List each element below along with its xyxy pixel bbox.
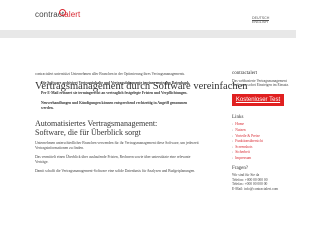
benefit-item: Die Software archiviert Vertragsinhalte …: [41, 81, 190, 85]
logo[interactable]: contractalert: [35, 10, 80, 19]
sidebar-link-funktionsuebersicht[interactable]: › Funktionsübersicht: [232, 139, 292, 144]
sidebar-link-impressum[interactable]: › Impressum: [232, 156, 292, 161]
language-switcher[interactable]: DEUTSCH ENGLISH: [252, 16, 296, 24]
email[interactable]: E-Mail: info@contractalert.com: [232, 187, 292, 192]
section-paragraph: Unternehmen unterschiedlicher Branchen v…: [35, 141, 199, 150]
intro-text: contractalert unterstützt Unternehmen al…: [35, 72, 186, 76]
benefit-item: Per E-Mail erinnert sie termingerecht an…: [41, 91, 188, 95]
section-title-line-1: Automatisiertes Vertragsmanagement:: [35, 119, 158, 128]
sidebar-text: Das webbasierte Vertragsmanagement Tool,…: [232, 78, 289, 88]
free-trial-button[interactable]: Kostenloser Test: [232, 93, 284, 106]
hero: Vertragsmanagement durch Software verein…: [0, 38, 296, 92]
questions-title: Fragen?: [232, 165, 249, 171]
links-list: › Home › Nutzen › Vorteile & Preise › Funkti…: [232, 122, 292, 160]
benefit-item: Neuverhandlungen und Kündigungen können …: [41, 101, 188, 110]
main-content: contractalert unterstützt Unternehmen al…: [35, 72, 200, 178]
top-bar: contractalert DEUTSCH ENGLISH: [0, 0, 296, 30]
benefit-list: Die Software archiviert Vertragsinhalte …: [35, 81, 200, 111]
sidebar-link-vorteile-preise[interactable]: › Vorteile & Preise: [232, 134, 292, 139]
section-paragraph: Damit schafft die Vertragsmanagement-Sof…: [35, 169, 196, 173]
sidebar: contractalert Das webbasierte Vertragsma…: [232, 71, 292, 192]
logo-text-right: alert: [64, 10, 81, 19]
bell-icon: [59, 9, 66, 16]
top-band: [0, 30, 296, 38]
lang-en[interactable]: ENGLISH: [252, 20, 268, 24]
section-title: Automatisiertes Vertragsmanagement: Soft…: [35, 119, 200, 137]
sidebar-link-nutzen[interactable]: › Nutzen: [232, 128, 292, 133]
sidebar-title: contractalert: [232, 71, 257, 76]
sidebar-link-screenshots[interactable]: › Screenshots: [232, 145, 292, 150]
sidebar-link-home[interactable]: › Home: [232, 122, 292, 127]
section-title-line-2: Software, die für Überblick sorgt: [35, 128, 141, 137]
questions-block: Fragen? Wir sind für Sie da Telefon: +00…: [232, 165, 292, 192]
links-title: Links: [232, 114, 244, 120]
section-paragraph: Das vermittelt einen Überblick über ausl…: [35, 155, 191, 164]
sidebar-link-sicherheit[interactable]: › Sicherheit: [232, 150, 292, 155]
